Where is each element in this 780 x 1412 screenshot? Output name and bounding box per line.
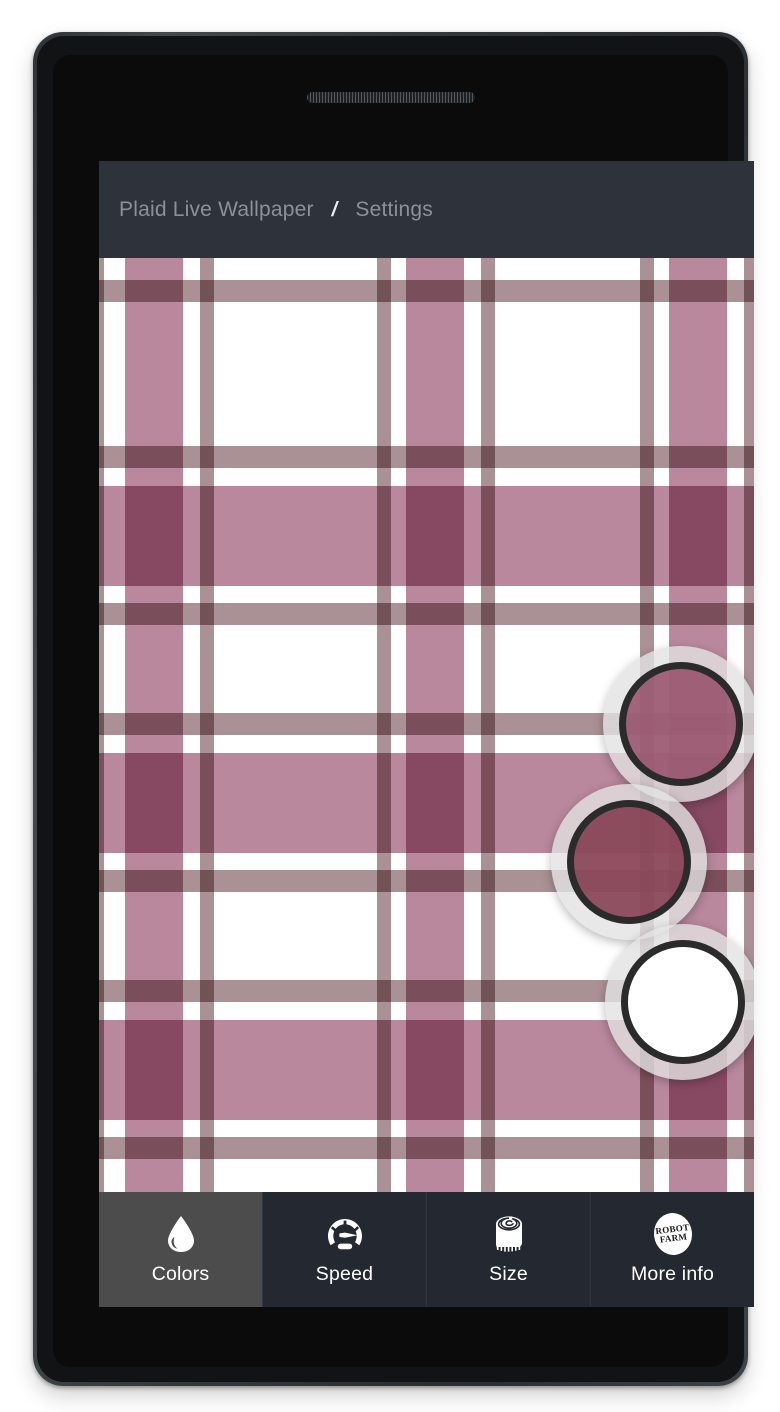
droplet-icon [161, 1214, 201, 1254]
tab-speed-label: Speed [315, 1262, 374, 1285]
color-swatch-3[interactable] [605, 924, 754, 1080]
breadcrumb-separator: / [331, 198, 338, 221]
speedometer-icon [325, 1214, 365, 1254]
tab-speed[interactable]: Speed [263, 1192, 427, 1307]
tab-size-label: Size [489, 1262, 528, 1285]
robot-farm-badge: ROBOT FARM [651, 1210, 694, 1257]
color-swatch-1[interactable] [603, 646, 754, 802]
phone-screen: Plaid Live Wallpaper / Settings Colors S… [99, 161, 754, 1307]
plaid-horizontal-band [99, 280, 754, 302]
tab-more-info[interactable]: ROBOT FARM More info [591, 1192, 754, 1307]
phone-inner-frame: Plaid Live Wallpaper / Settings Colors S… [37, 36, 754, 1382]
breadcrumb-page-name[interactable]: Settings [355, 198, 432, 222]
color-swatch-2-ring [567, 800, 691, 924]
plaid-horizontal-band [99, 1137, 754, 1159]
phone-device-frame: Plaid Live Wallpaper / Settings Colors S… [33, 32, 754, 1386]
tape-measure-icon [489, 1214, 529, 1254]
breadcrumb: Plaid Live Wallpaper / Settings [99, 198, 433, 222]
app-header-bar: Plaid Live Wallpaper / Settings [99, 161, 754, 258]
screenshot-canvas: Plaid Live Wallpaper / Settings Colors S… [0, 0, 780, 1412]
tab-colors-label: Colors [151, 1262, 210, 1285]
breadcrumb-app-name[interactable]: Plaid Live Wallpaper [119, 198, 314, 222]
tab-more-info-label: More info [630, 1262, 715, 1285]
tab-size[interactable]: Size [427, 1192, 591, 1307]
color-swatch-1-ring [619, 662, 743, 786]
color-swatch-3-ring [621, 940, 745, 1064]
bottom-navigation-bar: Colors Speed Size ROBOT FARM More info [99, 1192, 754, 1307]
plaid-horizontal-band [99, 486, 754, 586]
robot-farm-logo-icon: ROBOT FARM [651, 1210, 694, 1257]
plaid-horizontal-band [99, 603, 754, 625]
tab-colors[interactable]: Colors [99, 1192, 263, 1307]
color-swatch-2[interactable] [551, 784, 707, 940]
earpiece-speaker-grille [306, 92, 475, 103]
plaid-horizontal-band [99, 446, 754, 468]
robot-farm-logo-line2: FARM [658, 1230, 688, 1245]
